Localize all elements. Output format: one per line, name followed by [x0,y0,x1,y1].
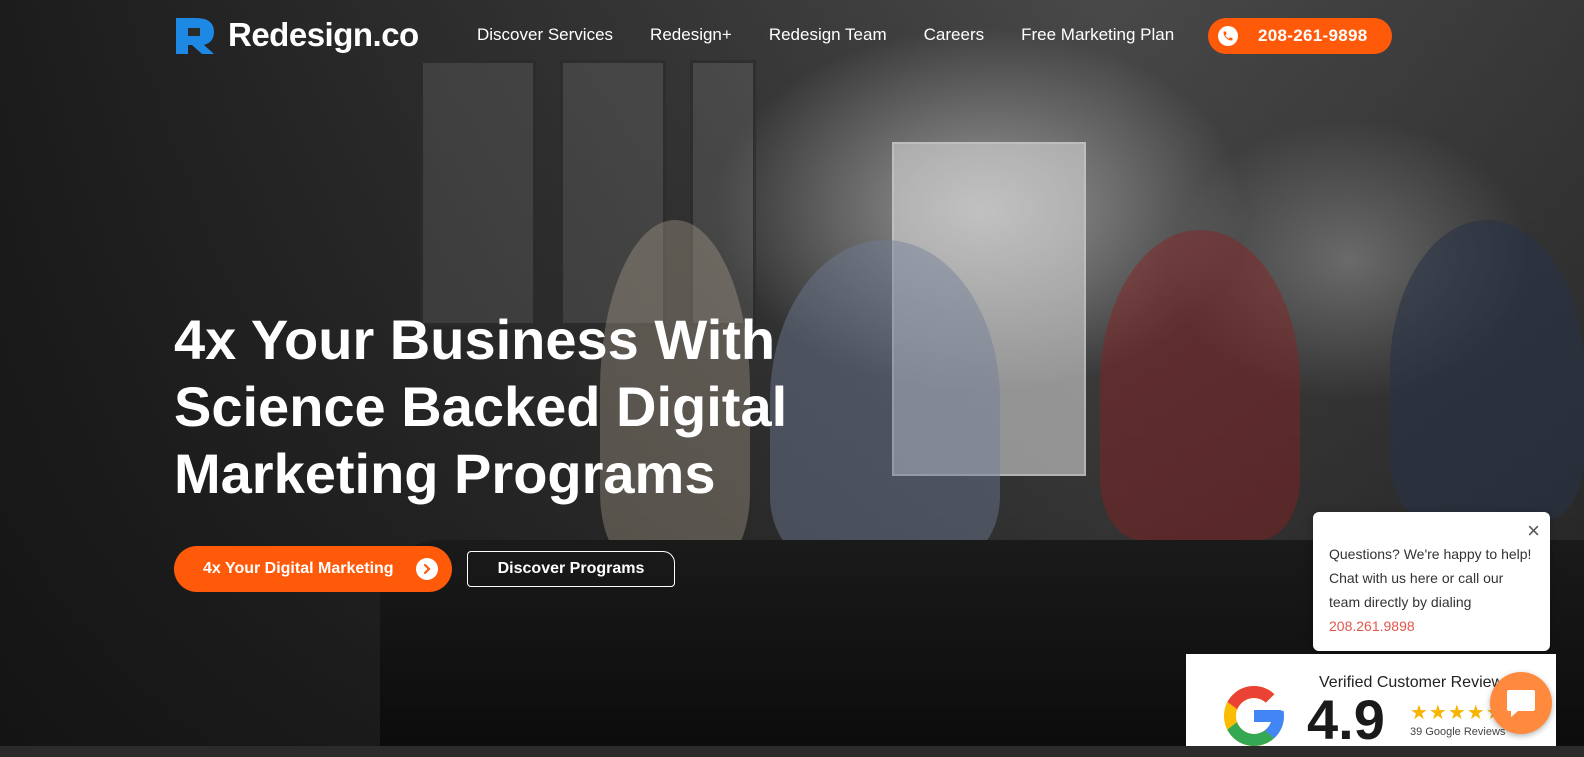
chat-line-3: team directly by dialing [1329,594,1472,610]
phone-call-button[interactable]: 208-261-9898 [1208,18,1392,54]
chat-phone-link[interactable]: 208.261.9898 [1329,614,1534,638]
review-count: 39 Google Reviews [1410,726,1506,738]
brand-logo[interactable]: Redesign.co [174,14,419,56]
logo-mark-icon [174,14,218,56]
top-navigation: Redesign.co Discover Services Redesign+ … [0,0,1584,72]
brand-name: Redesign.co [228,16,419,53]
chat-prompt-popup: × Questions? We're happy to help! Chat w… [1313,512,1550,651]
nav-link-careers[interactable]: Careers [924,25,984,45]
cta-primary-label: 4x Your Digital Marketing [203,560,394,577]
headline-line-1: 4x Your Business With [174,308,776,371]
nav-link-redesign-team[interactable]: Redesign Team [769,25,887,45]
discover-programs-button[interactable]: Discover Programs [467,551,675,587]
digital-marketing-cta-button[interactable]: 4x Your Digital Marketing [174,546,452,592]
chat-line-1: Questions? We're happy to help! [1329,546,1532,562]
review-score: 4.9 [1307,688,1385,751]
chat-bubble-icon[interactable] [1490,672,1552,734]
nav-link-free-marketing-plan[interactable]: Free Marketing Plan [1021,25,1174,45]
headline-line-3: Marketing Programs [174,442,716,505]
chat-line-2: Chat with us here or call our [1329,570,1504,586]
google-logo-icon [1218,680,1290,752]
phone-icon [1218,26,1238,46]
cta-secondary-label: Discover Programs [497,560,645,577]
window [420,60,536,326]
chat-message: Questions? We're happy to help! Chat wit… [1329,542,1534,638]
person [1100,230,1300,540]
chevron-right-icon [416,558,438,580]
hero-headline: 4x Your Business With Science Backed Dig… [174,306,814,507]
person [1390,220,1584,520]
phone-number: 208-261-9898 [1258,26,1368,45]
headline-line-2: Science Backed Digital [174,375,788,438]
nav-link-redesign-plus[interactable]: Redesign+ [650,25,732,45]
nav-menu: Discover Services Redesign+ Redesign Tea… [477,25,1211,45]
nav-link-discover-services[interactable]: Discover Services [477,25,613,45]
close-icon[interactable]: × [1527,520,1540,542]
